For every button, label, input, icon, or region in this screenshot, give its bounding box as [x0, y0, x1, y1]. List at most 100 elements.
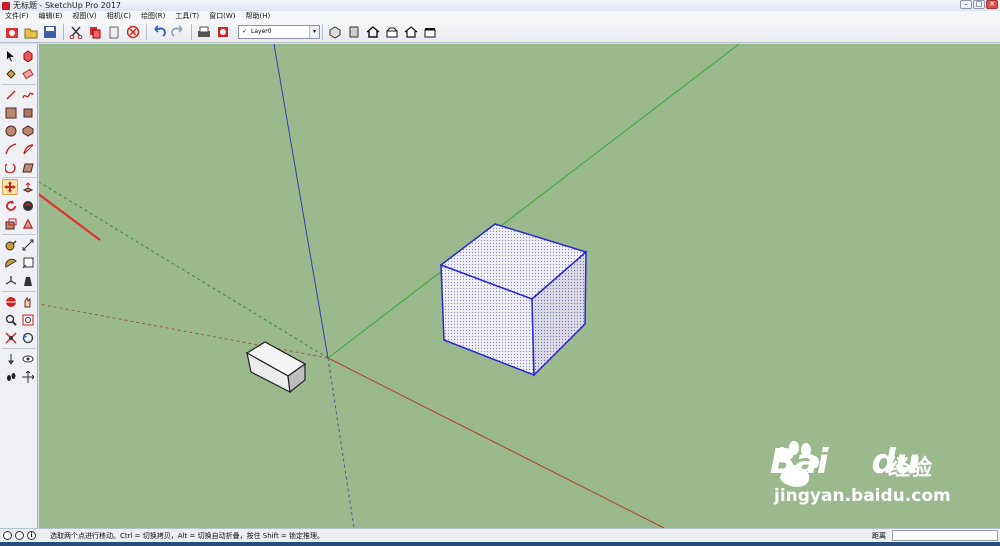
zoom-window-icon[interactable] — [20, 312, 36, 328]
sketchup-app-icon — [2, 1, 10, 10]
axes-icon[interactable] — [3, 273, 19, 289]
scale-icon[interactable] — [3, 216, 19, 232]
erase-icon[interactable] — [125, 24, 141, 40]
section-plane-icon[interactable] — [20, 369, 36, 385]
menu-camera[interactable]: 相机(C) — [102, 11, 136, 21]
print-icon[interactable] — [196, 24, 212, 40]
zoom-icon[interactable] — [3, 312, 19, 328]
baidu-watermark: Bai du 经验 jingyan.baidu.com — [770, 440, 970, 510]
move-icon[interactable] — [2, 179, 18, 195]
right-view-icon[interactable] — [384, 24, 400, 40]
layer-value: Layer0 — [251, 28, 272, 35]
left-view-icon[interactable] — [422, 24, 438, 40]
line-icon[interactable] — [3, 87, 19, 103]
walk-icon[interactable] — [3, 369, 19, 385]
dimension-icon[interactable] — [20, 237, 36, 253]
toolbar-separator — [322, 23, 323, 40]
blue-axis-positive — [273, 44, 329, 359]
offset-icon[interactable] — [20, 216, 36, 232]
copy-icon[interactable] — [87, 24, 103, 40]
rotated-rectangle-icon[interactable] — [20, 105, 36, 121]
window-controls: – □ ✕ — [960, 0, 998, 9]
menu-draw[interactable]: 绘图(R) — [136, 11, 170, 21]
red-axis-negative — [39, 303, 329, 359]
three-point-arc-icon[interactable] — [20, 159, 36, 175]
save-icon[interactable] — [42, 24, 58, 40]
palette-separator — [2, 291, 36, 292]
open-icon[interactable] — [23, 24, 39, 40]
georeference-icon[interactable] — [3, 531, 12, 540]
zoom-extents-icon[interactable] — [3, 330, 19, 346]
window-title: 无标题 - SketchUp Pro 2017 — [13, 1, 121, 10]
circle-icon[interactable] — [3, 123, 19, 139]
back-view-icon[interactable] — [403, 24, 419, 40]
layer-dropdown[interactable]: ✓ Layer0 ▾ — [238, 24, 320, 39]
make-component-icon[interactable] — [20, 48, 36, 64]
annotation-arrow — [39, 193, 101, 241]
cut-icon[interactable] — [68, 24, 84, 40]
menu-tools[interactable]: 工具(T) — [170, 11, 204, 21]
top-view-icon[interactable] — [346, 24, 362, 40]
protractor-icon[interactable] — [3, 255, 19, 271]
palette-separator — [2, 177, 36, 178]
paste-icon[interactable] — [106, 24, 122, 40]
getting-started-icon[interactable] — [4, 24, 20, 40]
pan-icon[interactable] — [20, 294, 36, 310]
iso-view-icon[interactable] — [327, 24, 343, 40]
info-icon[interactable]: i — [27, 531, 36, 540]
eraser-icon[interactable] — [20, 66, 36, 82]
measurements-input[interactable] — [892, 530, 998, 541]
baidu-jingyan-label: 经验 — [888, 456, 933, 481]
menu-file[interactable]: 文件(F) — [0, 11, 34, 21]
polygon-icon[interactable] — [20, 123, 36, 139]
follow-me-icon[interactable] — [20, 198, 36, 214]
toolbar-separator — [146, 23, 147, 40]
minimize-button[interactable]: – — [960, 0, 972, 9]
status-bar: i 选取两个点进行移动。Ctrl = 切换拷贝，Alt = 切换自动折叠，按住 … — [0, 528, 1000, 542]
palette-separator — [2, 348, 36, 349]
tape-measure-icon[interactable] — [3, 237, 19, 253]
os-taskbar — [0, 542, 1000, 546]
undo-icon[interactable] — [151, 24, 167, 40]
menu-bar: 文件(F) 编辑(E) 视图(V) 相机(C) 绘图(R) 工具(T) 窗口(W… — [0, 11, 1000, 21]
blue-axis-negative — [327, 357, 355, 528]
chevron-down-icon[interactable]: ▾ — [309, 25, 319, 38]
orbit-icon[interactable] — [3, 294, 19, 310]
text-icon[interactable] — [20, 255, 36, 271]
select-icon[interactable] — [3, 48, 19, 64]
look-around-icon[interactable] — [20, 351, 36, 367]
maximize-button[interactable]: □ — [973, 0, 985, 9]
model-info-icon[interactable] — [215, 24, 231, 40]
arc-icon[interactable] — [3, 141, 19, 157]
palette-separator — [2, 234, 36, 235]
palette-separator — [2, 84, 36, 85]
credits-icon[interactable] — [15, 531, 24, 540]
rotate-icon[interactable] — [3, 198, 19, 214]
layer-visible-check: ✓ — [242, 28, 248, 35]
menu-edit[interactable]: 编辑(E) — [34, 11, 68, 21]
baidu-paw-icon — [777, 441, 819, 487]
paint-bucket-icon[interactable] — [3, 66, 19, 82]
rectangle-icon[interactable] — [3, 105, 19, 121]
freehand-icon[interactable] — [20, 87, 36, 103]
pie-icon[interactable] — [20, 141, 36, 157]
menu-window[interactable]: 窗口(W) — [204, 11, 240, 21]
previous-view-icon[interactable] — [20, 330, 36, 346]
front-view-icon[interactable] — [365, 24, 381, 40]
push-pull-icon[interactable] — [20, 180, 36, 196]
small-box[interactable] — [245, 341, 307, 394]
menu-view[interactable]: 视图(V) — [67, 11, 101, 21]
selected-cube[interactable] — [439, 223, 588, 377]
toolbar-separator — [63, 23, 64, 40]
position-camera-icon[interactable] — [3, 351, 19, 367]
title-bar: 无标题 - SketchUp Pro 2017 – □ ✕ — [0, 0, 1000, 11]
main-toolbar: ✓ Layer0 ▾ — [0, 21, 1000, 43]
close-button[interactable]: ✕ — [986, 0, 998, 9]
menu-help[interactable]: 帮助(H) — [240, 11, 275, 21]
3d-text-icon[interactable] — [20, 273, 36, 289]
tool-palette — [0, 44, 38, 528]
redo-icon[interactable] — [170, 24, 186, 40]
baidu-url: jingyan.baidu.com — [774, 486, 951, 506]
drawing-viewport[interactable]: Bai du 经验 jingyan.baidu.com — [39, 44, 1000, 528]
two-point-arc-icon[interactable] — [3, 159, 19, 175]
